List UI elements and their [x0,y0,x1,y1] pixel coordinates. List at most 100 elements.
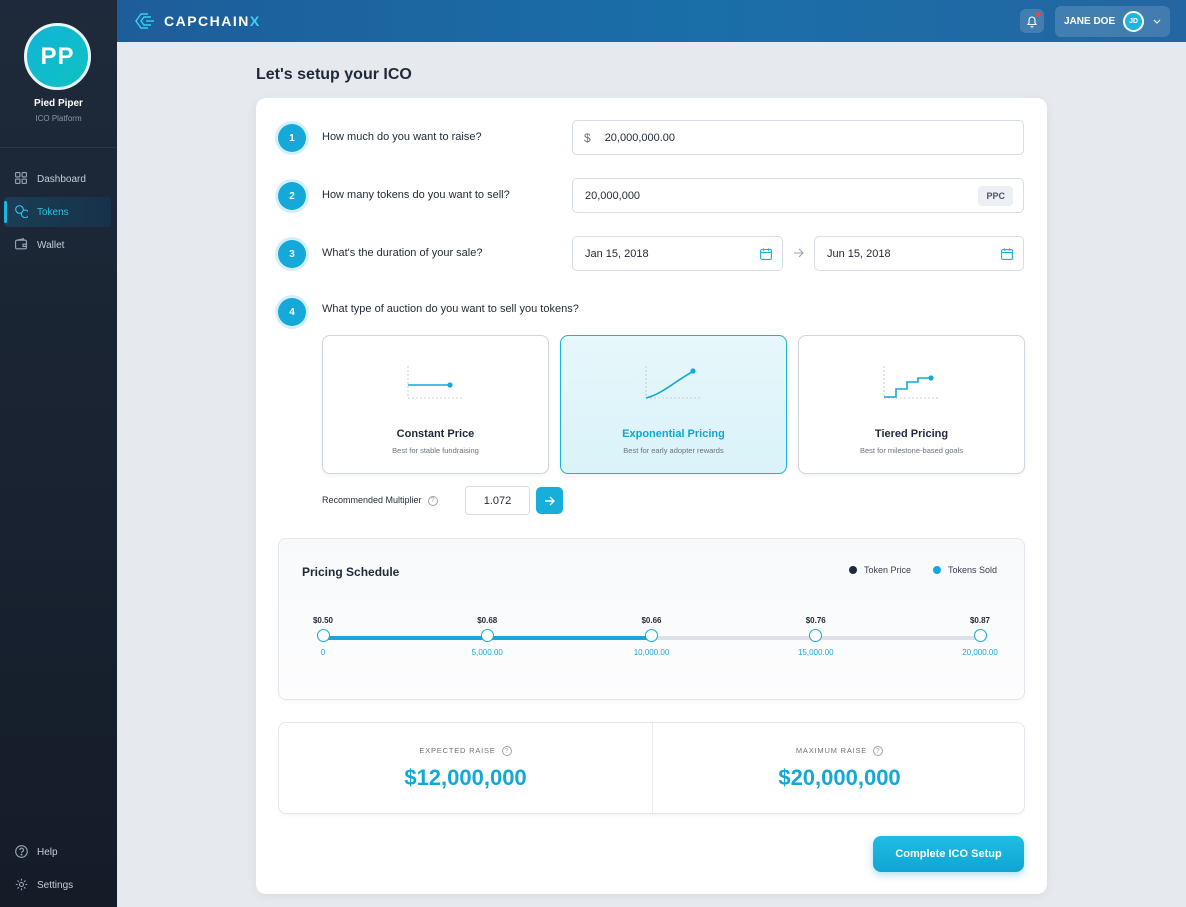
constant-price-graph-icon [407,366,462,399]
calendar-icon[interactable] [1001,248,1013,260]
sidebar-item-tokens[interactable]: Tokens [4,197,111,227]
auction-title: Tiered Pricing [874,428,949,440]
step-question-2: How many tokens do you want to sell? [322,189,510,201]
step-question-3: What's the duration of your sale? [322,247,483,259]
schedule-point-marker[interactable] [316,629,330,642]
schedule-sold-label: 0 [320,648,326,657]
org-name: Pied Piper [34,98,83,109]
org-subtitle: ICO Platform [35,114,82,123]
end-date-value: Jun 15, 2018 [827,247,891,260]
multiplier-label: Recommended Multiplier [322,495,422,505]
sidebar-item-wallet[interactable]: Wallet [4,230,111,260]
token-amount-input[interactable]: 20,000,000 PPC [572,178,1024,213]
logo-mark-icon [135,13,154,29]
page-title: Let's setup your ICO [256,66,412,83]
step-question-1: How much do you want to raise? [322,131,482,143]
help-circle-icon [15,845,29,859]
raise-amount-input[interactable]: $ 20,000,000.00 [572,120,1024,155]
grid-icon [15,172,29,186]
apply-multiplier-button[interactable] [536,487,563,514]
gear-icon [15,878,29,892]
chevron-down-icon [1153,19,1161,24]
step-badge-2: 2 [278,182,306,210]
raise-summary: EXPECTED RAISE? $12,000,000 MAXIMUM RAIS… [278,722,1026,815]
sidebar-item-label: Dashboard [37,173,86,185]
user-name: JANE DOE [1064,16,1116,27]
sidebar-item-dashboard[interactable]: Dashboard [4,164,111,194]
start-date-input[interactable]: Jan 15, 2018 [572,236,783,271]
pricing-schedule-title: Pricing Schedule [302,565,400,579]
sidebar: PP Pied Piper ICO Platform Dashboard Tok… [0,0,117,907]
help-icon[interactable]: ? [427,495,438,506]
maximum-raise-block: MAXIMUM RAISE? $20,000,000 [653,723,1026,815]
notifications-button[interactable] [1020,9,1044,33]
schedule-sold-label: 20,000.00 [962,648,998,657]
expected-raise-value: $12,000,000 [404,765,527,790]
sidebar-item-help[interactable]: Help [4,837,111,867]
schedule-point-marker[interactable] [973,629,987,642]
auction-subtitle: Best for stable fundraising [392,446,479,455]
auction-option-exponential[interactable]: Exponential Pricing Best for early adopt… [560,335,787,474]
exponential-graph-icon [645,366,700,399]
auction-title: Exponential Pricing [622,428,725,440]
schedule-price-label: $0.87 [969,616,991,625]
schedule-price-label: $0.76 [805,616,826,625]
auction-title: Constant Price [396,428,475,440]
sidebar-item-label: Wallet [37,239,65,251]
calendar-icon[interactable] [760,248,772,260]
step-badge-1: 1 [278,124,306,152]
schedule-price-label: $0.66 [641,616,662,625]
ico-setup-card: 1 How much do you want to raise? $ 20,00… [256,98,1047,894]
multiplier-label-group: Recommended Multiplier? [322,495,438,506]
multiplier-value: 1.072 [483,494,512,507]
currency-prefix: $ [584,130,591,145]
sidebar-item-label: Tokens [37,206,69,218]
step-badge-3: 3 [278,240,306,268]
top-bar: CAPCHAIN X JANE DOE JD [117,0,1186,42]
maximum-raise-value: $20,000,000 [778,765,901,790]
auction-option-tiered[interactable]: Tiered Pricing Best for milestone-based … [798,335,1025,474]
expected-raise-label: EXPECTED RAISE [419,746,496,755]
user-menu[interactable]: JANE DOE JD [1055,6,1170,37]
maximum-raise-label: MAXIMUM RAISE [795,746,868,755]
help-icon[interactable]: ? [873,746,884,757]
token-amount-value: 20,000,000 [585,189,641,202]
logo-accent: X [249,13,261,29]
user-initials: JD [1129,18,1139,25]
tiered-graph-icon [883,366,938,399]
legend-label: Token Price [864,565,912,575]
legend-dot-price [849,566,857,574]
end-date-input[interactable]: Jun 15, 2018 [814,236,1024,271]
help-icon[interactable]: ? [501,746,512,757]
raise-amount-value: 20,000,000.00 [604,131,676,144]
schedule-sold-label: 10,000.00 [633,648,670,657]
step-question-4: What type of auction do you want to sell… [322,303,579,315]
arrow-right-icon [794,248,804,258]
token-symbol-badge: PPC [978,186,1013,206]
legend-dot-sold [933,566,941,574]
sidebar-item-label: Settings [37,879,74,891]
expected-raise-block: EXPECTED RAISE? $12,000,000 [279,723,652,815]
auction-option-constant[interactable]: Constant Price Best for stable fundraisi… [322,335,549,474]
expected-raise-label-group: EXPECTED RAISE? [279,746,652,757]
schedule-price-label: $0.68 [477,616,498,625]
multiplier-input[interactable]: 1.072 [465,486,530,515]
arrow-right-icon [545,496,555,505]
schedule-price-label: $0.50 [312,616,334,625]
sidebar-item-label: Help [37,846,58,858]
auction-subtitle: Best for milestone-based goals [860,446,963,455]
schedule-point-marker[interactable] [809,629,823,642]
complete-ico-setup-button[interactable]: Complete ICO Setup [873,836,1024,872]
logo-text: CAPCHAIN [164,13,250,29]
legend-label: Tokens Sold [948,565,998,575]
app-logo[interactable]: CAPCHAIN X [134,12,261,30]
auction-subtitle: Best for early adopter rewards [623,446,724,455]
schedule-point-marker[interactable] [645,629,658,642]
start-date-value: Jan 15, 2018 [585,247,649,260]
wallet-icon [15,238,29,252]
legend-token-price: Token Price [849,565,911,575]
schedule-point-marker[interactable] [480,629,494,642]
schedule-sold-label: 15,000.00 [797,648,834,657]
sidebar-divider [0,147,117,148]
sidebar-item-settings[interactable]: Settings [4,870,111,900]
